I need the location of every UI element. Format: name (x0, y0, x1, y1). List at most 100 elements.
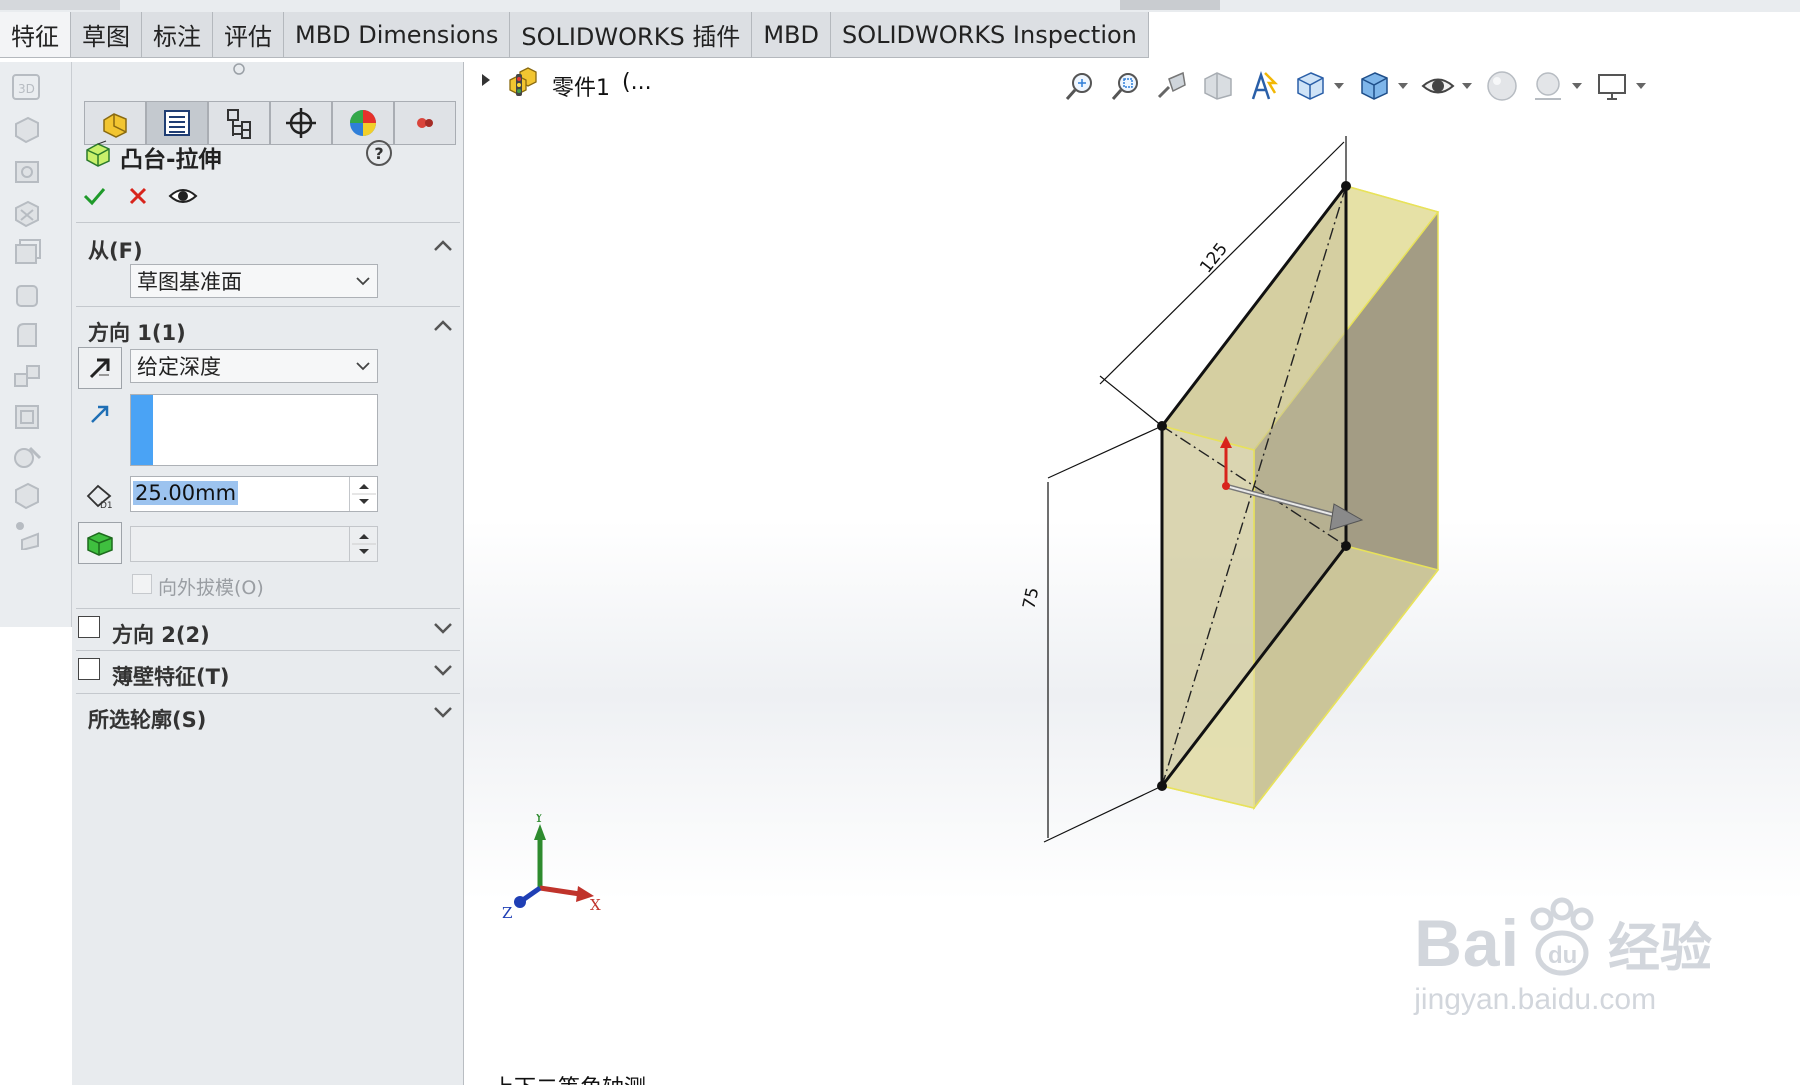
dimension-extension-lines (1043, 425, 1163, 843)
revolve-boss-icon[interactable] (8, 152, 46, 190)
fillet-icon[interactable] (8, 316, 46, 354)
collapse-chevron-icon[interactable] (431, 314, 455, 338)
title-ghost (0, 0, 120, 10)
divider (76, 608, 460, 609)
draft-green-icon (87, 532, 113, 556)
depth-spinner[interactable] (349, 477, 377, 511)
expand-chevron-icon[interactable] (431, 658, 455, 682)
tab-solidworks-addins[interactable]: SOLIDWORKS 插件 (510, 12, 753, 58)
panel-grip-icon[interactable] (232, 62, 246, 76)
watermark-brand-cn: 经验 (1607, 919, 1712, 979)
depth-dimension-icon: D1 (86, 484, 113, 510)
divider (76, 650, 460, 651)
extruded-cut-icon[interactable] (8, 234, 46, 272)
feature-manager-tab[interactable] (84, 101, 146, 145)
from-condition-select[interactable]: 草图基准面 (130, 264, 378, 298)
cam-tab[interactable] (394, 101, 456, 145)
manager-tabs (84, 101, 456, 145)
direction2-checkbox[interactable] (78, 616, 100, 638)
draft-icon[interactable] (8, 438, 46, 476)
extrude-boss-icon[interactable] (8, 110, 46, 148)
wrap-icon[interactable] (8, 476, 46, 514)
expand-chevron-icon[interactable] (431, 616, 455, 640)
spinner-arrows-icon (352, 484, 376, 504)
tab-sketch[interactable]: 草图 (71, 12, 142, 58)
swept-boss-icon[interactable] (8, 194, 46, 232)
reference-geometry-icon[interactable] (8, 514, 46, 552)
thin-feature-title: 薄壁特征(T) (112, 665, 230, 689)
direction-selection-box[interactable] (130, 394, 378, 466)
shell-icon[interactable] (8, 276, 46, 314)
coordinate-triad: Y X Z (502, 814, 601, 922)
svg-text:du: du (1548, 942, 1577, 969)
3d-sketch-icon[interactable]: 3D (8, 68, 46, 106)
configuration-icon (227, 109, 251, 139)
draft-outward-label: 向外拔模(O) (158, 577, 264, 599)
spinner-arrows-icon (352, 534, 376, 554)
display-manager-tab[interactable] (332, 101, 394, 145)
triad-y-label: Y (533, 814, 545, 826)
reverse-direction-icon (89, 358, 110, 379)
pattern-icon[interactable] (8, 358, 46, 396)
solidworks-window: 特征 草图 标注 评估 MBD Dimensions SOLIDWORKS 插件… (0, 0, 1800, 1085)
end-condition-select[interactable]: 给定深度 (130, 349, 378, 383)
triad-x-label: X (590, 896, 601, 914)
property-manager: 凸台-拉伸 ? 从(F) 草图基准面 方向 1(1) 给定深度 D1 25.00… (72, 62, 464, 1085)
svg-text:D1: D1 (100, 501, 113, 510)
watermark-url: jingyan.baidu.com (1414, 983, 1657, 1016)
svg-text:3D: 3D (18, 82, 35, 96)
divider (76, 222, 460, 223)
graphics-area[interactable]: 零件1 (... 125 75 Y X Z Bai du 经验 jingyan.… (464, 58, 1800, 1085)
draft-toggle-button[interactable] (78, 522, 122, 564)
reverse-direction-button[interactable] (78, 347, 122, 389)
from-condition-value: 草图基准面 (137, 270, 242, 294)
collapse-chevron-icon[interactable] (431, 234, 455, 258)
triad-z-label: Z (502, 904, 512, 922)
draft-angle-spinner[interactable] (349, 527, 377, 561)
dropdown-arrow-icon (356, 277, 370, 286)
preview-eye-icon[interactable] (168, 184, 198, 208)
help-button[interactable]: ? (366, 140, 392, 166)
dimension-vertical-label[interactable]: 75 (1019, 586, 1043, 611)
selected-contours-title: 所选轮廓(S) (88, 708, 207, 732)
tab-markup[interactable]: 标注 (142, 12, 213, 58)
configuration-manager-tab[interactable] (208, 101, 270, 145)
end-condition-value: 给定深度 (137, 355, 221, 379)
dimension-horizontal-label[interactable]: 125 (1196, 239, 1232, 277)
rib-icon[interactable] (8, 398, 46, 436)
tab-features[interactable]: 特征 (0, 12, 71, 58)
dimxpert-tab[interactable] (270, 101, 332, 145)
cam-icon (417, 118, 433, 128)
draft-outward-checkbox[interactable] (132, 574, 152, 594)
tab-solidworks-inspection[interactable]: SOLIDWORKS Inspection (830, 12, 1149, 58)
divider (76, 693, 460, 694)
command-manager-tabs: 特征 草图 标注 评估 MBD Dimensions SOLIDWORKS 插件… (0, 12, 1149, 58)
view-orientation-label: 上下二等角轴测 (492, 1070, 646, 1085)
tab-evaluate[interactable]: 评估 (213, 12, 284, 58)
property-manager-tab[interactable] (146, 101, 208, 145)
drag-handle-origin[interactable] (1222, 482, 1230, 490)
watermark-brand: Bai (1414, 906, 1520, 980)
expand-chevron-icon[interactable] (431, 700, 455, 724)
dropdown-arrow-icon (356, 362, 370, 371)
draft-angle-input[interactable] (130, 526, 378, 562)
selection-color-bar (131, 395, 153, 465)
crosshair-icon (286, 108, 316, 138)
title-strip (0, 0, 1800, 12)
divider (76, 306, 460, 307)
tab-mbd-dimensions[interactable]: MBD Dimensions (284, 12, 511, 58)
cancel-x-icon[interactable] (128, 186, 148, 206)
appearance-sphere-icon (350, 110, 376, 136)
thin-feature-checkbox[interactable] (78, 658, 100, 680)
depth-value: 25.00mm (133, 481, 239, 505)
baidu-jingyan-watermark: Bai du 经验 jingyan.baidu.com (1414, 897, 1712, 1017)
direction-vector-icon (91, 405, 109, 423)
sketch-vertex (1341, 541, 1351, 551)
direction1-section-title: 方向 1(1) (88, 321, 186, 345)
from-section-title: 从(F) (88, 239, 143, 263)
paw-logo-icon: du (1530, 897, 1594, 976)
tab-mbd[interactable]: MBD (752, 12, 831, 58)
ok-checkmark-icon[interactable] (82, 184, 106, 208)
direction2-title: 方向 2(2) (112, 623, 210, 647)
depth-input[interactable]: 25.00mm (130, 476, 378, 512)
